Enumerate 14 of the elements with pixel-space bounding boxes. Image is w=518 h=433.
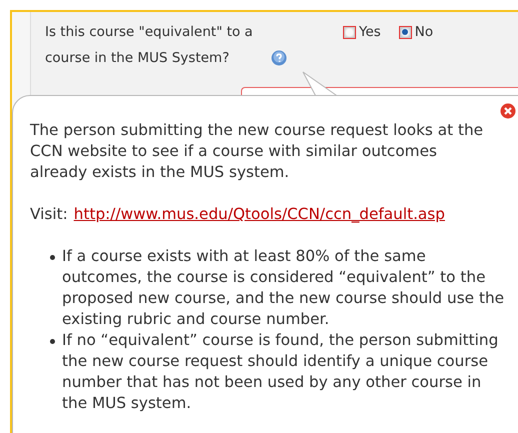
radio-label: Yes	[359, 23, 381, 42]
ccn-link[interactable]: http://www.mus.edu/Qtools/CCN/ccn_default.asp	[74, 204, 445, 225]
bullet-icon	[50, 339, 55, 344]
radio-button[interactable]	[343, 26, 356, 38]
close-icon[interactable]	[500, 103, 516, 119]
question-label: Is this course "equivalent" to a course in the MUS System?	[45, 23, 254, 68]
radio-button[interactable]	[398, 26, 412, 38]
bullet-text: If a course exists with at least 80% of the same outcomes, the course is considered “equivalent” to the proposed new course, and the new course should use the existing rubric and course number.	[62, 246, 505, 330]
bullet-icon	[50, 255, 55, 260]
radio-label: No	[414, 23, 434, 42]
help-text: The person submitting the new course request looks at the CCN website to see if a course with similar outcomes already exists in the MUS system.	[30, 120, 484, 183]
visit-label: Visit:	[30, 204, 68, 225]
bullet-text: If no “equivalent” course is found, the person submitting the new course request should identify a unique course number that has not been used by any other course in the MUS system.	[62, 330, 500, 414]
help-icon[interactable]	[271, 50, 287, 66]
